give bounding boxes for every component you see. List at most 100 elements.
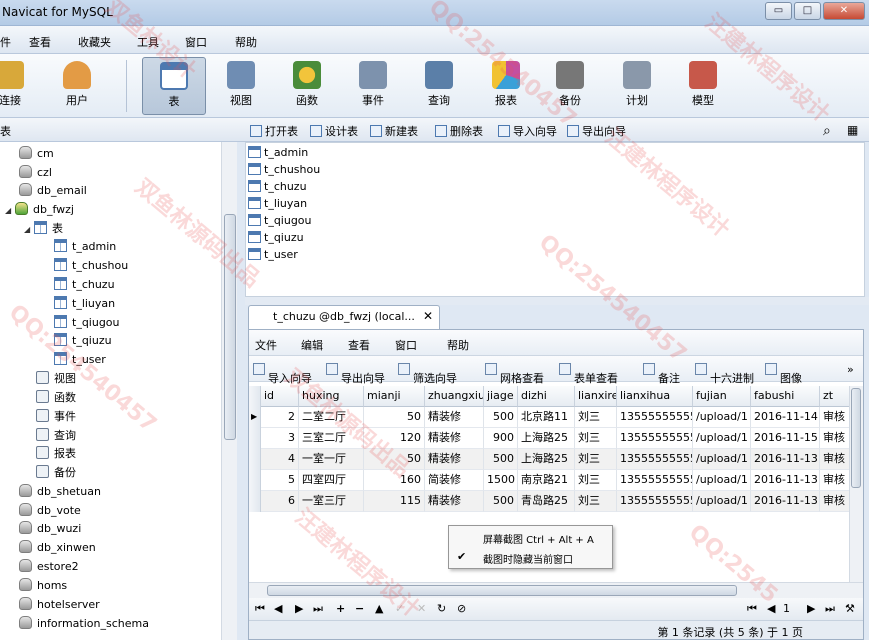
discard-icon[interactable]: ✓ bbox=[395, 602, 404, 615]
close-button[interactable]: ✕ bbox=[823, 2, 865, 20]
menu-window[interactable]: 窗口 bbox=[185, 34, 207, 50]
tree-db-fwzj[interactable]: ◢ db_fwzj bbox=[5, 200, 74, 219]
column-header[interactable]: fabushi bbox=[751, 386, 820, 407]
toolbar-function-button[interactable]: 函数 bbox=[275, 57, 339, 115]
table-row[interactable]: 3 三室二厅 120 精装修 900 上海路25 刘三 13555555555 … bbox=[249, 428, 850, 449]
column-header[interactable]: zhuangxiu bbox=[425, 386, 484, 407]
column-header[interactable]: mianji bbox=[364, 386, 425, 407]
toolbar-user-button[interactable]: 用户 bbox=[45, 57, 109, 115]
table-row[interactable]: ▶ 2 二室二厅 50 精装修 500 北京路11 刘三 13555555555… bbox=[249, 407, 850, 428]
object-item-t-liuyan[interactable]: t_liuyan bbox=[248, 195, 307, 212]
search-icon[interactable]: ⌕ bbox=[823, 123, 831, 139]
form-view-button[interactable]: 表单查看 bbox=[559, 363, 618, 385]
column-header[interactable]: zt bbox=[820, 386, 850, 407]
import-wizard-button[interactable]: 导入向导 bbox=[498, 123, 557, 139]
tree-db-wuzi[interactable]: db_wuzi bbox=[19, 519, 81, 538]
pane-splitter[interactable] bbox=[245, 297, 869, 305]
editor-filter-button[interactable]: 筛选向导 bbox=[398, 363, 457, 385]
maximize-button[interactable]: □ bbox=[794, 2, 821, 20]
add-record-icon[interactable]: + bbox=[336, 602, 345, 615]
memo-button[interactable]: 备注 bbox=[643, 363, 680, 385]
tree-folder-backups[interactable]: 备份 bbox=[36, 463, 76, 482]
image-button[interactable]: 图像 bbox=[765, 363, 802, 385]
column-header[interactable]: lianxiren bbox=[575, 386, 617, 407]
delete-table-button[interactable]: 删除表 bbox=[435, 123, 483, 139]
table-row[interactable]: 5 四室四厅 160 简装修 1500 南京路21 刘三 13555555555… bbox=[249, 470, 850, 491]
object-item-t-chuzu[interactable]: t_chuzu bbox=[248, 178, 307, 195]
column-header[interactable]: dizhi bbox=[518, 386, 575, 407]
column-header[interactable]: lianxihua bbox=[617, 386, 693, 407]
toolbar-table-button[interactable]: 表 bbox=[142, 57, 206, 115]
toolbar-backup-button[interactable]: 备份 bbox=[538, 57, 602, 115]
menu-item-screenshot[interactable]: 屏幕截图 Ctrl + Alt + A bbox=[483, 531, 594, 546]
menu-view[interactable]: 查看 bbox=[29, 34, 51, 50]
menu-file[interactable]: 件 bbox=[0, 34, 11, 50]
object-item-t-qiuzu[interactable]: t_qiuzu bbox=[248, 229, 304, 246]
column-header[interactable]: id bbox=[261, 386, 299, 407]
editor-menu-help[interactable]: 帮助 bbox=[447, 337, 469, 353]
grid-scroll-thumb[interactable] bbox=[851, 388, 861, 488]
tree-folder-reports[interactable]: 报表 bbox=[36, 444, 76, 463]
column-header[interactable]: jiage bbox=[484, 386, 518, 407]
table-row[interactable]: 4 一室一厅 50 精装修 500 上海路25 刘三 13555555555 /… bbox=[249, 449, 850, 470]
stop-icon[interactable]: ⊘ bbox=[457, 602, 466, 615]
grid-horizontal-scrollbar[interactable] bbox=[249, 582, 863, 598]
settings-icon[interactable]: ⚒ bbox=[845, 602, 855, 615]
tree-db-shetuan[interactable]: db_shetuan bbox=[19, 482, 101, 501]
tree-table-t-chuzu[interactable]: t_chuzu bbox=[54, 275, 115, 294]
toolbar-report-button[interactable]: 报表 bbox=[474, 57, 538, 115]
tree-folder-functions[interactable]: 函数 bbox=[36, 388, 76, 407]
tree-db-vote[interactable]: db_vote bbox=[19, 501, 81, 520]
close-icon[interactable]: ✕ bbox=[423, 309, 433, 323]
editor-menu-view[interactable]: 查看 bbox=[348, 337, 370, 353]
tree-table-t-liuyan[interactable]: t_liuyan bbox=[54, 294, 115, 313]
export-wizard-button[interactable]: 导出向导 bbox=[567, 123, 626, 139]
collapse-arrow-icon[interactable]: ◢ bbox=[5, 201, 15, 220]
more-toolbar-icon[interactable]: » bbox=[847, 363, 854, 376]
tree-db-information-schema[interactable]: information_schema bbox=[19, 614, 149, 633]
editor-export-button[interactable]: 导出向导 bbox=[326, 363, 385, 385]
grid-view-button[interactable]: 网格查看 bbox=[485, 363, 544, 385]
object-item-t-user[interactable]: t_user bbox=[248, 246, 298, 263]
editor-menu-window[interactable]: 窗口 bbox=[395, 337, 417, 353]
toolbar-query-button[interactable]: 查询 bbox=[407, 57, 471, 115]
tree-table-t-user[interactable]: t_user bbox=[54, 350, 106, 369]
table-row[interactable]: 6 一室三厅 115 精装修 500 青岛路25 刘三 13555555555 … bbox=[249, 491, 850, 512]
prev-record-icon[interactable]: ◀ bbox=[274, 602, 282, 615]
tree-db-hotelserver[interactable]: hotelserver bbox=[19, 595, 100, 614]
tree-folder-views[interactable]: 视图 bbox=[36, 369, 76, 388]
tree-folder-events[interactable]: 事件 bbox=[36, 407, 76, 426]
new-table-button[interactable]: 新建表 bbox=[370, 123, 418, 139]
tree-db-email[interactable]: db_email bbox=[19, 181, 87, 200]
editor-menu-edit[interactable]: 编辑 bbox=[301, 337, 323, 353]
column-header[interactable]: huxing bbox=[299, 386, 364, 407]
tree-folder-tables[interactable]: ◢ 表 bbox=[24, 219, 63, 238]
sidebar-scrollbar[interactable] bbox=[221, 142, 237, 640]
collapse-arrow-icon[interactable]: ◢ bbox=[24, 220, 34, 239]
sidebar-scroll-thumb[interactable] bbox=[224, 214, 236, 440]
object-item-t-chushou[interactable]: t_chushou bbox=[248, 161, 320, 178]
editor-import-button[interactable]: 导入向导 bbox=[253, 363, 312, 385]
prev-page-icon[interactable]: ◀ bbox=[767, 602, 775, 615]
menu-help[interactable]: 帮助 bbox=[235, 34, 257, 50]
grid-vertical-scrollbar[interactable] bbox=[849, 386, 863, 582]
grid-hscroll-thumb[interactable] bbox=[267, 585, 737, 596]
toolbar-model-button[interactable]: 模型 bbox=[671, 57, 735, 115]
editor-menu-file[interactable]: 文件 bbox=[255, 337, 277, 353]
grid-view-icon[interactable]: ▦ bbox=[847, 123, 858, 137]
toolbar-event-button[interactable]: 事件 bbox=[341, 57, 405, 115]
menu-tools[interactable]: 工具 bbox=[137, 34, 159, 50]
toolbar-view-button[interactable]: 视图 bbox=[209, 57, 273, 115]
page-number[interactable]: 1 bbox=[783, 602, 790, 615]
object-item-t-admin[interactable]: t_admin bbox=[248, 144, 308, 161]
open-table-button[interactable]: 打开表 bbox=[250, 123, 298, 139]
first-record-icon[interactable]: ⏮ bbox=[255, 602, 265, 616]
tree-db-homs[interactable]: homs bbox=[19, 576, 67, 595]
tree-table-t-qiugou[interactable]: t_qiugou bbox=[54, 313, 120, 332]
design-table-button[interactable]: 设计表 bbox=[310, 123, 358, 139]
apply-icon[interactable]: ▲ bbox=[375, 602, 383, 615]
refresh-icon[interactable]: ↻ bbox=[437, 602, 446, 615]
toolbar-connect-button[interactable]: 连接 bbox=[0, 57, 42, 115]
tree-table-t-admin[interactable]: t_admin bbox=[54, 237, 116, 256]
menu-favorites[interactable]: 收藏夹 bbox=[78, 34, 111, 50]
